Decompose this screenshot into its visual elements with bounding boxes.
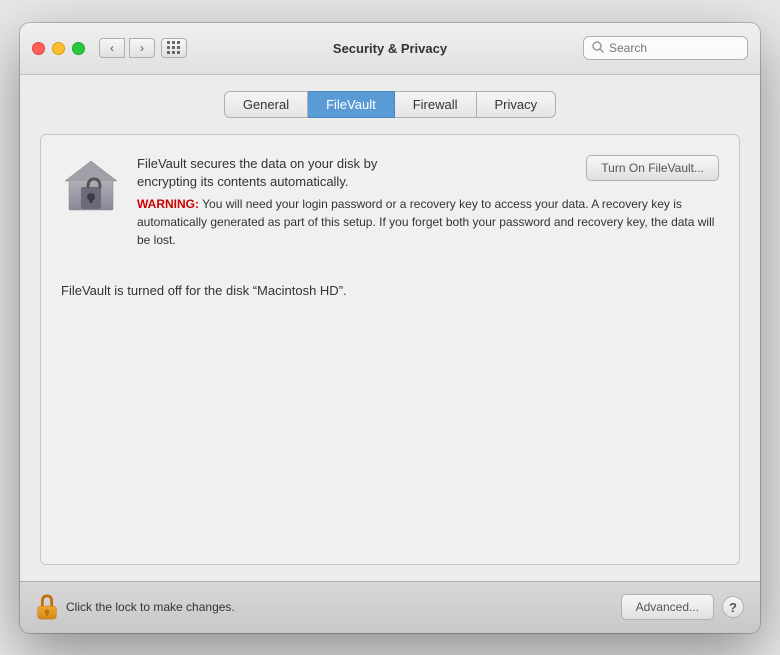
header-top-row: FileVault secures the data on your disk … [137, 155, 719, 191]
traffic-lights [32, 42, 85, 55]
bottom-bar: Click the lock to make changes. Advanced… [20, 581, 760, 633]
warning-label: WARNING: [137, 197, 199, 211]
titlebar: ‹ › Security & Privacy [20, 23, 760, 75]
main-window: ‹ › Security & Privacy [20, 23, 760, 633]
close-button[interactable] [32, 42, 45, 55]
filevault-status: FileVault is turned off for the disk “Ma… [61, 283, 719, 298]
tab-general[interactable]: General [224, 91, 308, 118]
warning-text: You will need your login password or a r… [137, 197, 714, 247]
tab-filevault[interactable]: FileVault [308, 91, 395, 118]
tab-firewall[interactable]: Firewall [395, 91, 477, 118]
filevault-panel: FileVault secures the data on your disk … [40, 134, 740, 565]
maximize-button[interactable] [72, 42, 85, 55]
advanced-button[interactable]: Advanced... [621, 594, 714, 620]
tab-privacy[interactable]: Privacy [477, 91, 557, 118]
content-area: General FileVault Firewall Privacy [20, 75, 760, 581]
search-box[interactable] [583, 36, 748, 60]
window-title: Security & Privacy [333, 41, 447, 56]
filevault-icon [61, 155, 121, 215]
bottom-right-buttons: Advanced... ? [621, 594, 744, 620]
minimize-button[interactable] [52, 42, 65, 55]
help-button[interactable]: ? [722, 596, 744, 618]
tabs-bar: General FileVault Firewall Privacy [40, 91, 740, 118]
turn-on-filevault-button[interactable]: Turn On FileVault... [586, 155, 719, 181]
search-input[interactable] [609, 41, 739, 55]
nav-buttons: ‹ › [99, 38, 155, 58]
forward-icon: › [140, 41, 144, 55]
back-icon: ‹ [110, 41, 114, 55]
grid-button[interactable] [161, 38, 187, 58]
filevault-header: FileVault secures the data on your disk … [61, 155, 719, 249]
forward-button[interactable]: › [129, 38, 155, 58]
lock-label: Click the lock to make changes. [66, 600, 235, 614]
lock-area[interactable]: Click the lock to make changes. [36, 594, 621, 620]
lock-icon [36, 594, 58, 620]
back-button[interactable]: ‹ [99, 38, 125, 58]
warning-block: WARNING: You will need your login passwo… [137, 195, 719, 249]
header-right: FileVault secures the data on your disk … [137, 155, 719, 249]
search-icon [592, 41, 604, 56]
grid-icon [167, 41, 181, 55]
filevault-description: FileVault secures the data on your disk … [137, 155, 377, 191]
